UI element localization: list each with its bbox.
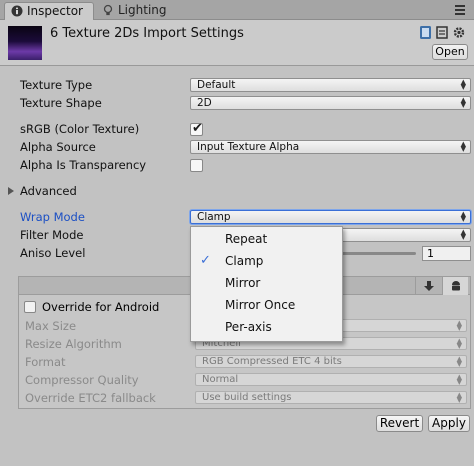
aniso-level-field[interactable]: 1 — [422, 246, 471, 261]
aniso-level-label: Aniso Level — [20, 246, 86, 260]
menu-item-label: Per-axis — [225, 320, 272, 334]
wrap-mode-value: Clamp — [197, 211, 231, 223]
texture-shape-label: Texture Shape — [20, 96, 102, 110]
inspector-header: 6 Texture 2Ds Import Settings Open — [0, 20, 474, 66]
gear-icon[interactable] — [453, 27, 465, 38]
format-label: Format — [25, 355, 66, 369]
tab-lighting[interactable]: Lighting — [96, 2, 170, 20]
texture-type-value: Default — [197, 79, 236, 91]
texture-shape-value: 2D — [197, 97, 212, 109]
texture-type-label: Texture Type — [20, 78, 93, 92]
override-android-row[interactable]: Override for Android — [24, 300, 159, 314]
menu-item-label: Repeat — [225, 232, 268, 246]
tab-lighting-label: Lighting — [118, 3, 167, 17]
dropdown-arrows-icon: ▲ ▼ — [456, 391, 462, 404]
alpha-source-value: Input Texture Alpha — [197, 141, 300, 153]
menu-item-label: Clamp — [225, 254, 264, 268]
advanced-label: Advanced — [20, 184, 77, 198]
tab-platform-android[interactable] — [442, 277, 468, 295]
revert-button[interactable]: Revert — [376, 415, 423, 432]
dropdown-arrows-icon: ▲ ▼ — [460, 96, 466, 109]
resize-algorithm-label: Resize Algorithm — [25, 337, 122, 351]
wrap-mode-menu: Repeat ✓ Clamp Mirror Mirror Once Per-ax… — [190, 226, 343, 342]
menu-item-label: Mirror — [225, 276, 261, 290]
srgb-checkbox[interactable]: ✔ — [190, 121, 203, 136]
format-dropdown[interactable]: RGB Compressed ETC 4 bits ▲ ▼ — [195, 355, 467, 368]
tab-menu-icon[interactable] — [452, 3, 468, 17]
dropdown-arrows-icon: ▲ ▼ — [456, 373, 462, 386]
override-android-label: Override for Android — [42, 300, 160, 314]
advanced-foldout[interactable]: Advanced — [8, 184, 77, 198]
alpha-source-dropdown[interactable]: Input Texture Alpha ▲ ▼ — [190, 140, 471, 154]
header-icons — [420, 26, 465, 39]
dropdown-arrows-icon: ▲ ▼ — [456, 337, 462, 350]
tab-inspector[interactable]: Inspector — [4, 2, 94, 20]
aniso-level-slider[interactable] — [340, 252, 416, 255]
format-value: RGB Compressed ETC 4 bits — [202, 356, 342, 367]
menu-item-label: Mirror Once — [225, 298, 296, 312]
alpha-transparency-checkbox[interactable] — [190, 159, 203, 172]
menu-item-mirror-once[interactable]: Mirror Once — [191, 294, 342, 316]
info-icon — [11, 5, 23, 17]
max-size-label: Max Size — [25, 319, 77, 333]
alpha-transparency-label: Alpha Is Transparency — [20, 158, 147, 172]
compressor-quality-dropdown[interactable]: Normal ▲ ▼ — [195, 373, 467, 386]
compressor-quality-value: Normal — [202, 374, 239, 385]
alpha-source-label: Alpha Source — [20, 140, 96, 154]
dropdown-arrows-icon: ▲ ▼ — [460, 228, 466, 241]
texture-thumbnail — [8, 26, 42, 60]
checkmark-icon: ✓ — [200, 253, 211, 268]
wrap-mode-label: Wrap Mode — [20, 210, 85, 224]
texture-type-dropdown[interactable]: Default ▲ ▼ — [190, 78, 471, 92]
menu-item-mirror[interactable]: Mirror — [191, 272, 342, 294]
tab-platform-default[interactable] — [415, 277, 441, 295]
foldout-arrow-icon — [8, 187, 14, 195]
override-android-checkbox[interactable] — [24, 301, 36, 313]
dropdown-arrows-icon: ▲ ▼ — [456, 319, 462, 332]
lighting-icon — [103, 4, 113, 16]
tab-inspector-label: Inspector — [27, 4, 83, 18]
filter-mode-label: Filter Mode — [20, 228, 84, 242]
help-book-icon[interactable] — [420, 26, 431, 39]
download-icon — [424, 281, 434, 291]
page-title: 6 Texture 2Ds Import Settings — [50, 26, 244, 41]
dropdown-arrows-icon: ▲ ▼ — [460, 140, 466, 153]
dropdown-arrows-icon: ▲ ▼ — [460, 78, 466, 91]
compressor-quality-label: Compressor Quality — [25, 373, 139, 387]
override-etc2-value: Use build settings — [202, 392, 292, 403]
wrap-mode-dropdown[interactable]: Clamp ▲ ▼ — [190, 210, 471, 224]
tab-bar: Inspector Lighting — [0, 0, 474, 20]
override-etc2-label: Override ETC2 fallback — [25, 391, 156, 405]
menu-item-clamp[interactable]: ✓ Clamp — [191, 250, 342, 272]
android-icon — [452, 281, 460, 291]
menu-item-repeat[interactable]: Repeat — [191, 228, 342, 250]
apply-button[interactable]: Apply — [428, 415, 470, 432]
srgb-label: sRGB (Color Texture) — [20, 122, 140, 136]
open-button[interactable]: Open — [432, 44, 468, 60]
override-etc2-dropdown[interactable]: Use build settings ▲ ▼ — [195, 391, 467, 404]
dropdown-arrows-icon: ▲ ▼ — [460, 210, 466, 223]
checkmark-icon: ✔ — [192, 121, 203, 136]
menu-item-per-axis[interactable]: Per-axis — [191, 316, 342, 338]
texture-shape-dropdown[interactable]: 2D ▲ ▼ — [190, 96, 471, 110]
dropdown-arrows-icon: ▲ ▼ — [456, 355, 462, 368]
preset-icon[interactable] — [436, 26, 448, 39]
